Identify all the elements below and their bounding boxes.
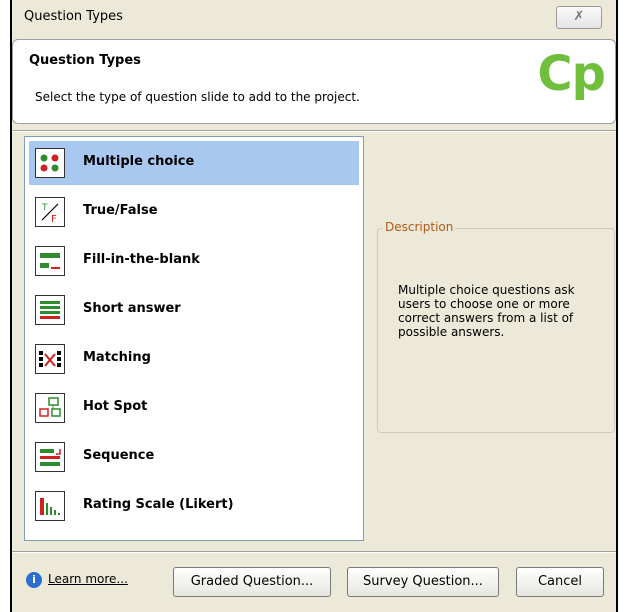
list-item-true-false[interactable]: T F True/False — [29, 190, 359, 234]
list-item-label: Matching — [83, 350, 151, 365]
separator — [12, 551, 616, 553]
list-item-short-answer[interactable]: Short answer — [29, 288, 359, 332]
captivate-logo: Cp — [537, 46, 606, 102]
cancel-button[interactable]: Cancel — [516, 567, 604, 597]
hot-spot-icon — [35, 393, 65, 423]
learn-more-link[interactable]: Learn more... — [48, 572, 128, 586]
info-icon: i — [26, 572, 42, 588]
description-text: Multiple choice questions ask users to c… — [398, 283, 575, 339]
list-item-label: Multiple choice — [83, 154, 195, 169]
list-item-label: Short answer — [83, 301, 181, 316]
header-panel: Question Types Select the type of questi… — [12, 39, 616, 124]
survey-question-button[interactable]: Survey Question... — [347, 567, 499, 597]
list-item-rating-scale[interactable]: Rating Scale (Likert) — [29, 484, 359, 528]
list-item-multiple-choice[interactable]: Multiple choice — [29, 141, 359, 185]
sequence-icon — [35, 442, 65, 472]
svg-text:T: T — [41, 203, 48, 213]
matching-icon — [35, 344, 65, 374]
close-icon: ✗ — [573, 9, 585, 24]
window-title: Question Types — [24, 9, 123, 24]
true-false-icon: T F — [35, 197, 65, 227]
list-item-label: Sequence — [83, 448, 155, 463]
list-item-label: Fill-in-the-blank — [83, 252, 200, 267]
list-item-label: Rating Scale (Likert) — [83, 497, 234, 512]
description-group: Description Multiple choice questions as… — [377, 220, 615, 433]
header-title: Question Types — [29, 53, 141, 68]
list-item-fill-in-the-blank[interactable]: Fill-in-the-blank — [29, 239, 359, 283]
question-types-dialog: Question Types ✗ Question Types Select t… — [10, 0, 618, 612]
list-item-matching[interactable]: Matching — [29, 337, 359, 381]
list-item-hot-spot[interactable]: Hot Spot — [29, 386, 359, 430]
close-button[interactable]: ✗ — [556, 6, 602, 29]
description-legend: Description — [383, 220, 456, 234]
question-type-list[interactable]: Multiple choice T F True/False Fill-in-t… — [24, 136, 364, 541]
list-item-sequence[interactable]: Sequence — [29, 435, 359, 479]
svg-text:F: F — [51, 214, 57, 225]
title-bar[interactable]: Question Types ✗ — [12, 0, 616, 34]
list-item-label: Hot Spot — [83, 399, 148, 414]
rating-scale-icon — [35, 491, 65, 521]
fill-blank-icon — [35, 246, 65, 276]
header-subtitle: Select the type of question slide to add… — [35, 90, 360, 104]
list-item-label: True/False — [83, 203, 158, 218]
separator — [12, 130, 616, 132]
multiple-choice-icon — [35, 148, 65, 178]
short-answer-icon — [35, 295, 65, 325]
graded-question-button[interactable]: Graded Question... — [173, 567, 331, 597]
